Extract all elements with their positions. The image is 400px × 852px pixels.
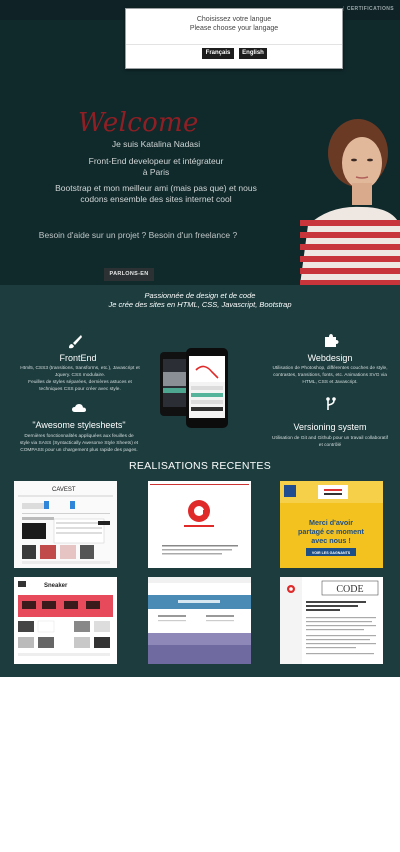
hero-intro-bootstrap: Bootstrap et mon meilleur ami (mais pas … <box>55 183 257 193</box>
language-prompt-fr: Choisissez votre langue <box>196 16 272 23</box>
realisations-heading: REALISATIONS RECENTES <box>128 460 272 472</box>
webdesign-desc-line: HTML, CSS et Javascript. <box>302 380 358 385</box>
versioning-title: Versioning system <box>293 422 367 432</box>
thumb-merci-line2: partagé ce moment <box>298 527 365 536</box>
frontend-desc-line: Jquery. CSS modulaire. <box>54 373 106 378</box>
awesome-stylesheets-desc: Dernières fonctionnalités appliquées aux… <box>14 433 144 454</box>
thumb-merci-button: VOIR LES GAGNANTS <box>312 551 351 555</box>
versioning-desc-line: et contrôlé <box>318 443 342 448</box>
webdesign-desc: Utilisation de Photoshop, différentes co… <box>262 365 398 386</box>
welcome-heading: Welcome <box>78 108 199 138</box>
puzzle-icon <box>325 334 339 347</box>
thumb-merci-line3: avec nous ! <box>311 536 351 545</box>
hero-intro-bootstrap-2: codons ensemble des sites internet cool <box>80 194 232 204</box>
language-modal: Choisissez votre langue Please choose yo… <box>125 8 343 69</box>
english-button[interactable]: English <box>239 48 267 59</box>
thumb-sneaker-preview: Sneaker <box>14 577 117 664</box>
contact-cta-button[interactable]: PARLONS-EN <box>104 268 154 281</box>
awesome-stylesheets-title: "Awesome stylesheets" <box>32 420 126 430</box>
hero-intro-name: Je suis Katalina Nadasi <box>111 139 201 149</box>
portfolio-thumb-sneaker[interactable]: Sneaker <box>14 577 117 664</box>
nav-link-certifications[interactable]: CERTIFICATIONS <box>347 6 394 12</box>
frontend-desc: Html5, CSS3 (transitions, transforms, et… <box>18 365 142 393</box>
thumb-code-title: CODE <box>336 584 363 595</box>
thumb-blue-site-preview <box>148 577 251 664</box>
language-prompt-en: Please choose your langage <box>189 25 279 32</box>
modal-divider <box>126 44 342 45</box>
hero-intro-role: Front-End developeur et intégrateur <box>88 156 224 166</box>
thumb-code-preview: CODE <box>280 577 383 664</box>
versioning-desc-line: Utilisation de Git and Github pour un tr… <box>272 436 388 441</box>
cloud-icon <box>72 404 86 412</box>
thumb-merci-preview: Merci d'avoir partagé ce moment avec nou… <box>280 481 383 568</box>
webdesign-title: Webdesign <box>307 353 353 363</box>
frontend-title: FrontEnd <box>59 353 97 363</box>
portfolio-thumb-cavest[interactable]: CAVEST <box>14 481 117 568</box>
portfolio-thumb-blue-site[interactable] <box>148 577 251 664</box>
thumb-sneaker-brand: Sneaker <box>44 583 68 589</box>
frontend-desc-line: Feuilles de styles séparées, dernières a… <box>28 380 132 385</box>
french-button[interactable]: Français <box>202 48 234 59</box>
webdesign-desc-line: Utilisation de Photoshop, différentes co… <box>272 366 388 371</box>
skills-intro-2: Je crée des sites en HTML, CSS, Javascri… <box>108 300 292 309</box>
git-branch-icon <box>326 397 336 410</box>
webdesign-desc-line: contrastes, transitions, fonts, etc. Ani… <box>273 373 387 378</box>
brush-icon <box>69 335 82 349</box>
versioning-desc: Utilisation de Git and Github pour un tr… <box>264 435 396 449</box>
portfolio-thumb-merci[interactable]: Merci d'avoir partagé ce moment avec nou… <box>280 481 383 568</box>
hero-intro-city: à Paris <box>142 167 170 177</box>
awesome-desc-line: COMPASS pour un chargement plus rapide d… <box>20 448 138 453</box>
thumb-cavest-preview: CAVEST <box>14 481 117 568</box>
thumb-merci-line1: Merci d'avoir <box>309 518 353 527</box>
hero-help-question: Besoin d'aide sur un projet ? Besoin d'u… <box>38 230 238 240</box>
portfolio-thumb-code[interactable]: CODE <box>280 577 383 664</box>
thumb-red-logo-preview <box>148 481 251 568</box>
frontend-desc-line: Html5, CSS3 (transitions, transforms, et… <box>20 366 140 371</box>
thumb-cavest-brand: CAVEST <box>52 487 76 493</box>
skills-section: Passionnée de design et de code Je crée … <box>0 285 400 677</box>
phones-mockup-image <box>160 348 228 428</box>
portfolio-thumb-red-logo[interactable] <box>148 481 251 568</box>
frontend-desc-line: techniques CSS pour créer avec style. <box>39 387 121 392</box>
awesome-desc-line: style via SASS (Syntactically Awesome St… <box>19 441 139 446</box>
awesome-desc-line: Dernières fonctionnalités appliquées aux… <box>24 434 134 439</box>
portrait-photo <box>300 115 400 285</box>
